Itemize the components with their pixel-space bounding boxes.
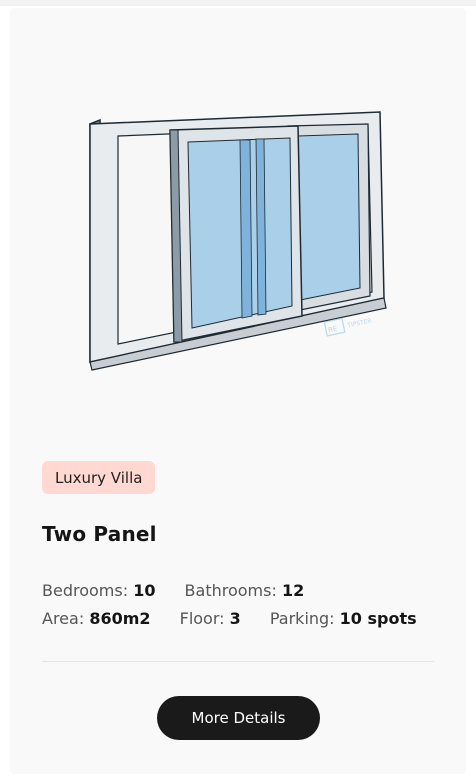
divider — [42, 661, 434, 662]
property-card: RE TIPSTER Luxury Villa Two Panel Bedroo… — [10, 8, 466, 774]
category-badge: Luxury Villa — [42, 461, 156, 494]
more-details-button[interactable]: More Details — [157, 696, 320, 740]
property-title: Two Panel — [42, 522, 157, 546]
top-strip — [0, 0, 476, 6]
property-image: RE TIPSTER — [80, 108, 400, 378]
svg-text:TIPSTER: TIPSTER — [346, 317, 372, 329]
svg-text:RE: RE — [327, 325, 338, 335]
spec-bedrooms: Bedrooms: 10 — [42, 581, 156, 600]
spec-parking: Parking: 10 spots — [269, 609, 417, 628]
property-specs: Bedrooms: 10 Bathrooms: 12 Area: 860m2 F… — [42, 577, 441, 633]
sliding-window-icon: RE TIPSTER — [89, 111, 387, 371]
specs-row-2: Area: 860m2 Floor: 3 Parking: 10 spots — [42, 605, 441, 633]
spec-bathrooms: Bathrooms: 12 — [184, 581, 305, 600]
specs-row-1: Bedrooms: 10 Bathrooms: 12 — [42, 577, 441, 605]
spec-floor: Floor: 3 — [179, 609, 241, 628]
spec-area: Area: 860m2 — [42, 609, 151, 628]
